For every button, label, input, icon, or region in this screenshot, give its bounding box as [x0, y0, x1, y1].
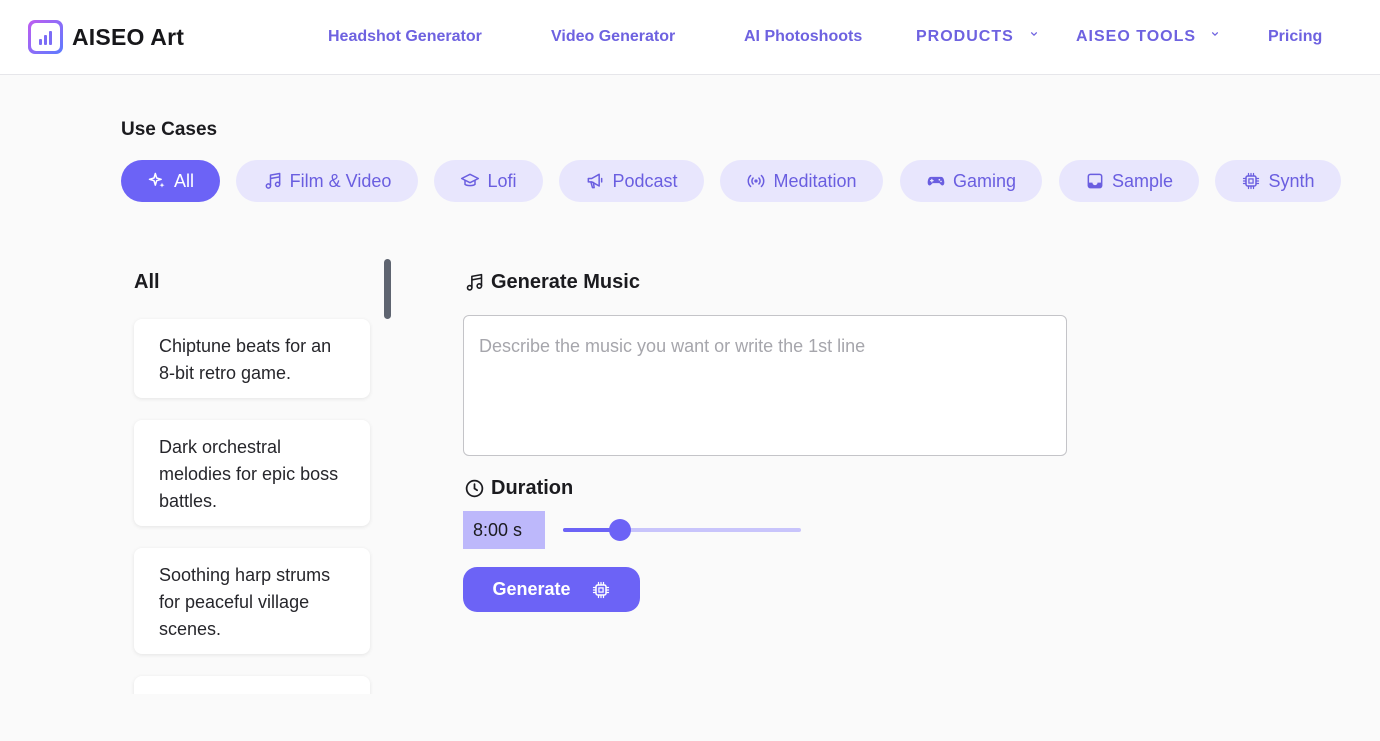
pill-synth[interactable]: Synth — [1215, 160, 1341, 202]
top-nav-bar: AISEO Art Headshot Generator Video Gener… — [0, 0, 1380, 75]
pill-film-video[interactable]: Film & Video — [236, 160, 418, 202]
logo[interactable]: AISEO Art — [28, 20, 184, 54]
list-scrollbar[interactable] — [384, 259, 391, 319]
nav-aiseo-tools[interactable]: AISEO TOOLS — [1076, 28, 1196, 46]
chevron-down-icon[interactable] — [1030, 30, 1038, 38]
logo-text: AISEO Art — [72, 23, 185, 50]
duration-label: Duration — [491, 477, 574, 499]
pill-lofi[interactable]: Lofi — [434, 160, 543, 202]
graduation-cap-icon — [461, 173, 480, 187]
pill-label: Meditation — [773, 170, 857, 191]
generate-music-heading: Generate Music — [464, 271, 640, 294]
generate-button-label: Generate — [492, 579, 571, 599]
pill-podcast[interactable]: Podcast — [559, 160, 704, 202]
slider-thumb[interactable] — [609, 519, 631, 541]
clock-icon — [465, 479, 484, 498]
prompt-card[interactable]: Chiptune beats for an 8-bit retro game. — [134, 319, 370, 398]
duration-heading: Duration — [464, 477, 573, 500]
pill-all[interactable]: All — [121, 160, 220, 202]
pill-label: Podcast — [612, 170, 678, 191]
inbox-icon — [1087, 173, 1103, 189]
sparkles-icon — [148, 172, 165, 188]
pill-label: Gaming — [952, 170, 1017, 191]
prompt-card[interactable]: Dark orchestral melodies for epic boss b… — [134, 420, 370, 526]
pill-meditation[interactable]: Meditation — [720, 160, 883, 202]
chip-icon — [1243, 172, 1260, 190]
nav-headshot-generator[interactable]: Headshot Generator — [328, 28, 482, 46]
generate-music-title: Generate Music — [491, 271, 640, 293]
music-note-icon — [466, 273, 483, 291]
prompt-card[interactable]: Soothing harp strums for peaceful villag… — [134, 548, 370, 654]
nav-video-generator[interactable]: Video Generator — [551, 28, 675, 46]
music-note-icon — [265, 172, 281, 189]
pill-label: Synth — [1268, 170, 1315, 191]
prompt-list: Chiptune beats for an 8-bit retro game. … — [126, 312, 380, 694]
music-prompt-input[interactable] — [463, 315, 1067, 456]
duration-value: 8:00 s — [463, 511, 545, 549]
megaphone-icon — [588, 173, 603, 189]
category-heading: All — [134, 271, 160, 293]
nav-ai-photoshoots[interactable]: AI Photoshoots — [744, 28, 862, 46]
pill-sample[interactable]: Sample — [1059, 160, 1199, 202]
prompt-card-text: Dark orchestral melodies for epic boss b… — [159, 437, 339, 511]
prompt-card-text: Soothing harp strums for peaceful villag… — [159, 565, 331, 639]
prompt-card[interactable] — [134, 676, 370, 694]
pill-label: Sample — [1111, 170, 1174, 191]
prompt-card-text: Chiptune beats for an 8-bit retro game. — [159, 336, 332, 383]
pill-label: Film & Video — [289, 170, 392, 191]
duration-slider[interactable] — [563, 518, 801, 542]
chevron-down-icon[interactable] — [1211, 30, 1219, 38]
broadcast-icon — [747, 174, 765, 188]
nav-products[interactable]: PRODUCTS — [916, 28, 1014, 46]
gamepad-icon — [927, 176, 945, 186]
use-cases-heading: Use Cases — [121, 119, 218, 140]
nav-pricing[interactable]: Pricing — [1268, 28, 1322, 46]
chip-icon — [592, 581, 609, 598]
logo-icon — [28, 20, 63, 54]
pill-gaming[interactable]: Gaming — [900, 160, 1042, 202]
generate-button[interactable]: Generate — [463, 567, 640, 612]
pill-label: All — [173, 170, 194, 191]
pill-label: Lofi — [487, 170, 517, 191]
